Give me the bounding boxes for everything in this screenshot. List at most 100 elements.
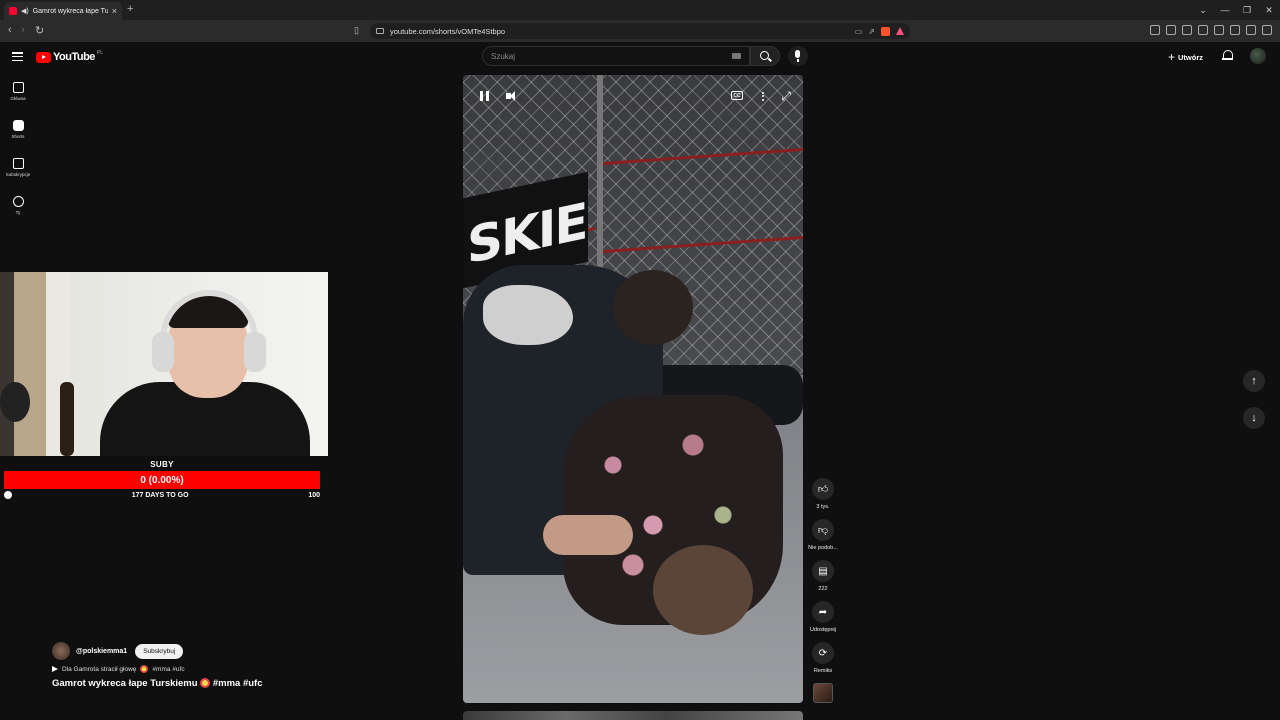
emoji-icon (200, 678, 211, 689)
pause-button[interactable] (477, 89, 491, 103)
guide-item-subscriptions[interactable]: Subskrypcje (0, 148, 36, 186)
guide-item-label: Shorts (11, 133, 25, 139)
goal-target: 100 (308, 491, 320, 499)
fullscreen-icon[interactable]: ⤢ (779, 89, 793, 103)
close-window-icon[interactable]: ✕ (1258, 5, 1280, 16)
voice-search-button[interactable] (788, 46, 808, 66)
new-tab-icon[interactable]: + (127, 3, 133, 15)
remix-label: Remiks (813, 668, 833, 674)
search-input[interactable]: Szukaj (482, 46, 750, 66)
previous-short-button[interactable]: ↑ (1243, 370, 1265, 392)
logo-text: YouTube (53, 51, 95, 63)
subscribe-button[interactable]: Subskrybuj (135, 643, 184, 659)
emoji-icon (140, 665, 149, 673)
comment-count: 222 (818, 586, 828, 592)
youtube-logo[interactable]: YouTube PL (36, 50, 103, 63)
back-icon[interactable]: ‹ (8, 24, 12, 36)
brave-shields-icon[interactable] (881, 26, 890, 36)
captions-icon[interactable]: CC (731, 91, 743, 100)
share-page-icon[interactable]: ⇗ (868, 27, 875, 36)
comment-icon[interactable]: ▤ (812, 560, 834, 582)
browser-tab[interactable]: ◀) Gamrot wykreca łape Turskie × (4, 2, 122, 20)
wallet-icon[interactable] (1214, 25, 1224, 35)
search-button[interactable] (750, 46, 780, 66)
guide-item-you[interactable]: Ty (0, 186, 36, 224)
account-avatar[interactable] (1250, 48, 1266, 64)
next-short-preview[interactable] (463, 711, 803, 720)
dislike-icon[interactable]: 👎︎ (812, 519, 834, 541)
like-count: 3 tys. (816, 504, 830, 510)
vpn-icon[interactable] (1246, 25, 1256, 35)
volume-icon[interactable] (503, 89, 517, 103)
guide-item-label: Główna (10, 95, 26, 101)
sound-thumbnail[interactable] (813, 683, 833, 703)
remix-icon[interactable]: ⟳ (812, 642, 834, 664)
you-icon (12, 195, 24, 207)
guide-menu-icon[interactable] (12, 52, 23, 61)
bookmark-icon[interactable]: ▯ (354, 25, 359, 36)
dislike-action[interactable]: 👎︎ Nie podob... (806, 519, 840, 560)
create-label: Utwórz (1178, 52, 1204, 62)
home-icon (12, 81, 24, 93)
comments-action[interactable]: ▤ 222 (806, 560, 840, 601)
guide-item-home[interactable]: Główna (0, 72, 36, 110)
subscriber-goal-overlay: SUBY 0 (0.00%) 177 DAYS TO GO 100 0 (4, 460, 320, 499)
shorts-video-player[interactable]: SKIE CC ⤢ (463, 75, 803, 703)
youtube-play-icon (36, 51, 51, 63)
channel-avatar[interactable] (52, 642, 70, 660)
create-button[interactable]: + Utwórz (1168, 50, 1203, 64)
remix-action[interactable]: ⟳ Remiks (806, 642, 840, 683)
reload-icon[interactable]: ↻ (35, 24, 44, 37)
share-icon[interactable]: ➦ (812, 601, 834, 623)
guide-item-label: Ty (15, 209, 21, 215)
like-action[interactable]: 👍︎ 3 tys. (806, 478, 840, 519)
search-icon (760, 51, 769, 60)
share-label: Udostępnij (810, 627, 836, 633)
share-action[interactable]: ➦ Udostępnij (806, 601, 840, 642)
url-text[interactable]: youtube.com/shorts/vOMTe4Stbpo (390, 27, 849, 36)
channel-name[interactable]: @polskiemma1 (76, 648, 127, 655)
forward-icon[interactable]: › (21, 24, 25, 36)
more-options-icon[interactable] (756, 89, 770, 103)
goal-days-left: 177 DAYS TO GO (131, 491, 189, 499)
cast-icon[interactable]: ▭ (855, 27, 863, 36)
extension-icon[interactable] (1166, 25, 1176, 35)
subscriptions-icon (12, 157, 24, 169)
streamer-webcam (0, 272, 328, 456)
audio-playing-icon[interactable]: ◀) (21, 7, 29, 15)
mini-guide: Główna Shorts Subskrypcje Ty (0, 72, 36, 224)
site-info-icon[interactable] (376, 28, 384, 34)
goal-label: SUBY (150, 460, 174, 469)
menu-icon[interactable] (1262, 25, 1272, 35)
brave-rewards-icon[interactable] (896, 27, 904, 35)
guide-item-label: Subskrypcje (5, 171, 31, 177)
extension-icon[interactable] (1150, 25, 1160, 35)
close-tab-icon[interactable]: × (112, 6, 117, 16)
window-controls: ⌄ — ❐ ✕ (1192, 0, 1280, 20)
tab-title: Gamrot wykreca łape Turskie (32, 7, 108, 15)
restore-icon[interactable]: ❐ (1236, 5, 1258, 16)
video-title-tags[interactable]: #mma #ufc (213, 678, 263, 689)
video-title-text: Gamrot wykreca łape Turskiemu (52, 678, 198, 689)
microphone (0, 382, 30, 422)
goal-start-marker (4, 491, 12, 499)
youtube-masthead: YouTube PL Szukaj + Utwórz (0, 42, 1280, 72)
play-icon (52, 666, 58, 672)
leo-icon[interactable] (1230, 25, 1240, 35)
next-short-button[interactable]: ↓ (1243, 407, 1265, 429)
address-bar-row: ‹ › ↻ ▯ youtube.com/shorts/vOMTe4Stbpo ▭… (0, 20, 1280, 42)
keyboard-icon[interactable] (732, 53, 741, 59)
tab-search-icon[interactable]: ⌄ (1192, 5, 1214, 16)
extensions-toolbar (1150, 25, 1272, 35)
browser-tab-bar: ◀) Gamrot wykreca łape Turskie × + ⌄ — ❐… (0, 0, 1280, 20)
minimize-icon[interactable]: — (1214, 5, 1236, 15)
notifications-bell-icon[interactable] (1222, 50, 1233, 61)
like-icon[interactable]: 👍︎ (812, 478, 834, 500)
sound-link[interactable]: Dla Gamrota stracił głowę #mma #ufc (52, 665, 262, 673)
url-field[interactable]: youtube.com/shorts/vOMTe4Stbpo ▭ ⇗ (370, 23, 910, 39)
sound-tags: #mma #ufc (152, 665, 185, 673)
sidebar-icon[interactable] (1198, 25, 1208, 35)
guide-item-shorts[interactable]: Shorts (0, 110, 36, 148)
media-icon[interactable] (1182, 25, 1192, 35)
video-title: Gamrot wykreca łape Turskiemu #mma #ufc (52, 678, 262, 689)
